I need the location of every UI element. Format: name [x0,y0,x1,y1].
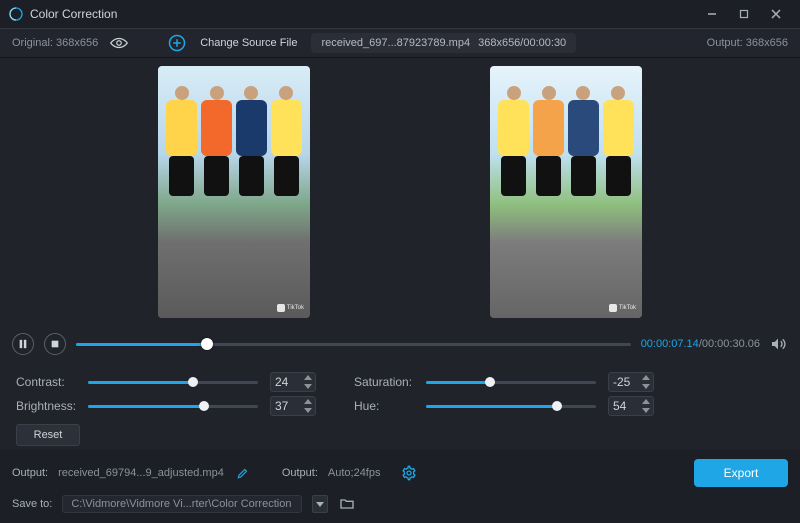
hue-label: Hue: [354,399,426,413]
change-source-link[interactable]: Change Source File [200,37,297,49]
playback-row: 00:00:07.14/00:00:30.06 [0,326,800,362]
saturation-slider[interactable] [426,373,596,391]
top-info-row: Original: 368x656 Change Source File rec… [0,28,800,58]
volume-icon[interactable] [770,335,788,353]
brightness-label: Brightness: [16,399,88,413]
contrast-input[interactable]: 24 [270,372,316,392]
export-button[interactable]: Export [694,459,788,487]
saturation-input[interactable]: -25 [608,372,654,392]
spin-down-icon[interactable] [303,383,313,390]
watermark-icon: TikTok [277,304,304,312]
spin-up-icon[interactable] [303,374,313,381]
save-to-key: Save to: [12,498,52,510]
watermark-icon: TikTok [609,304,636,312]
seek-bar[interactable] [76,334,631,354]
output-format-value: Auto;24fps [328,467,381,479]
output-format-key: Output: [282,467,318,479]
contrast-control: Contrast: 24 [16,372,316,392]
source-fileinfo: 368x656/00:00:30 [478,37,566,49]
maximize-button[interactable] [728,2,760,26]
adjustment-panel: Contrast: 24 Saturation: -25 Brightness:… [0,362,800,450]
hue-slider[interactable] [426,397,596,415]
app-window: Color Correction Original: 368x656 Chang… [0,0,800,523]
brightness-input[interactable]: 37 [270,396,316,416]
spin-up-icon[interactable] [303,398,313,405]
saturation-label: Saturation: [354,375,426,389]
time-current: 00:00:07.14 [641,338,699,350]
hue-input[interactable]: 54 [608,396,654,416]
minimize-button[interactable] [696,2,728,26]
spin-down-icon[interactable] [641,407,651,414]
output-dimensions: Output: 368x656 [707,37,788,49]
close-button[interactable] [760,2,792,26]
output-settings-icon[interactable] [400,464,418,482]
source-file-chip[interactable]: received_697...87923789.mp4 368x656/00:0… [311,33,576,53]
contrast-slider[interactable] [88,373,258,391]
spin-up-icon[interactable] [641,374,651,381]
preview-toggle-icon[interactable] [110,36,128,50]
hue-control: Hue: 54 [354,396,654,416]
titlebar: Color Correction [0,0,800,28]
footer: Output: received_69794...9_adjusted.mp4 … [0,451,800,523]
browse-folder-icon[interactable] [338,495,356,513]
saturation-control: Saturation: -25 [354,372,654,392]
app-logo-icon [8,6,24,22]
original-preview: TikTok [158,66,310,318]
reset-button[interactable]: Reset [16,424,80,446]
pause-button[interactable] [12,333,34,355]
window-title: Color Correction [30,7,117,21]
spin-down-icon[interactable] [303,407,313,414]
spin-up-icon[interactable] [641,398,651,405]
stop-button[interactable] [44,333,66,355]
contrast-label: Contrast: [16,375,88,389]
output-file-value: received_69794...9_adjusted.mp4 [58,467,224,479]
add-source-icon[interactable] [168,34,186,52]
original-dimensions: Original: 368x656 [12,37,98,49]
path-dropdown-icon[interactable] [312,495,328,513]
source-filename: received_697...87923789.mp4 [321,37,470,49]
preview-area: TikTok TikTok [0,58,800,326]
time-total: 00:00:30.06 [702,338,760,350]
spin-down-icon[interactable] [641,383,651,390]
adjusted-preview: TikTok [490,66,642,318]
output-file-key: Output: [12,467,48,479]
save-path[interactable]: C:\Vidmore\Vidmore Vi...rter\Color Corre… [62,495,302,513]
timecode: 00:00:07.14/00:00:30.06 [641,338,760,350]
brightness-control: Brightness: 37 [16,396,316,416]
brightness-slider[interactable] [88,397,258,415]
edit-output-icon[interactable] [234,464,252,482]
